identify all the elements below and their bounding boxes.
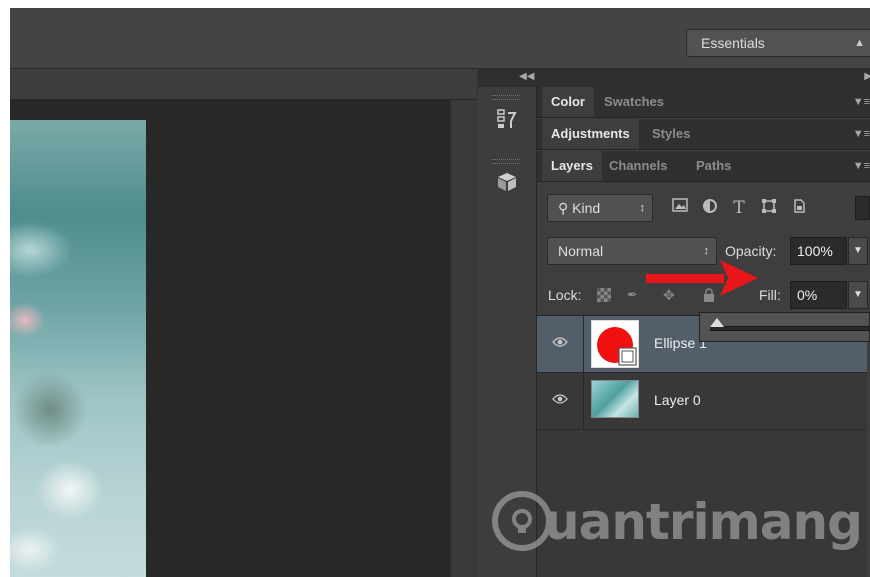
tab-channels[interactable]: Channels <box>600 151 677 181</box>
panel-menu-icon[interactable]: ▼≡ <box>853 87 870 117</box>
layer-name: Layer 0 <box>654 392 701 408</box>
strip-grip[interactable] <box>492 95 520 100</box>
expand-panels-icon[interactable]: ▶ <box>864 71 870 82</box>
tab-swatches[interactable]: Swatches <box>595 87 673 117</box>
updown-arrows-icon: ▲ <box>854 37 865 49</box>
opacity-label: Opacity: <box>725 243 777 259</box>
filter-kind-label: Kind <box>572 200 601 216</box>
opacity-field[interactable]: 100% <box>790 237 847 265</box>
watermark-circle-icon <box>492 491 552 551</box>
canvas-vertical-scrollbar[interactable] <box>450 100 478 577</box>
tab-layers[interactable]: Layers <box>542 151 602 181</box>
panel-dock-header: ◀◀ ▶ <box>478 69 870 88</box>
tab-styles[interactable]: Styles <box>643 119 699 149</box>
visibility-eye-icon[interactable] <box>551 392 569 410</box>
document-image <box>10 120 146 577</box>
image-filter-icon[interactable] <box>670 198 690 218</box>
annotation-arrow <box>646 260 758 296</box>
fill-dropdown-icon[interactable]: ▼ <box>848 281 868 309</box>
options-bar: Essentials ▲ <box>10 8 870 69</box>
workspace-switcher[interactable]: Essentials ▲ <box>686 29 870 57</box>
opacity-dropdown-icon[interactable]: ▼ <box>848 237 868 265</box>
visibility-eye-icon[interactable] <box>551 335 569 353</box>
panel-menu-icon[interactable]: ▼≡ <box>853 119 870 149</box>
photo-layer-thumbnail[interactable] <box>591 380 639 418</box>
adjustment-filter-icon[interactable] <box>700 198 720 218</box>
lock-label: Lock: <box>548 287 582 303</box>
lock-image-pixels-icon[interactable]: ✒ <box>627 288 641 302</box>
eye-column-divider <box>583 373 584 429</box>
tab-color[interactable]: Color <box>542 87 594 117</box>
layer-filter-row: ⚲ Kind ↕ T <box>537 189 870 227</box>
filter-toggle-switch[interactable] <box>855 196 870 220</box>
tab-adjustments[interactable]: Adjustments <box>542 119 639 149</box>
strip-grip[interactable] <box>492 159 520 164</box>
shape-filter-icon[interactable] <box>759 198 779 218</box>
fill-slider-popup <box>699 312 870 342</box>
color-panel-tabs: Color Swatches ▼≡ <box>537 87 870 118</box>
updown-arrows-icon: ↕ <box>639 202 646 214</box>
collapse-panels-icon[interactable]: ◀◀ <box>519 71 534 82</box>
lock-transparent-pixels-icon[interactable] <box>597 288 611 302</box>
fill-field[interactable]: 0% <box>790 281 847 309</box>
history-icon[interactable] <box>490 107 524 137</box>
blend-mode-label: Normal <box>558 243 604 259</box>
document-tab-bar <box>10 69 477 100</box>
watermark-logo: uantrimang <box>492 487 863 557</box>
tab-paths[interactable]: Paths <box>687 151 740 181</box>
adjustments-panel-tabs: Adjustments Styles ▼≡ <box>537 119 870 150</box>
fill-slider-thumb[interactable] <box>710 318 724 327</box>
filter-kind-select[interactable]: ⚲ Kind ↕ <box>547 194 653 222</box>
smart-object-filter-icon[interactable] <box>789 198 809 218</box>
panel-menu-icon[interactable]: ▼≡ <box>853 151 870 181</box>
search-icon: ⚲ <box>558 200 573 216</box>
fill-slider-track[interactable] <box>710 326 870 331</box>
workspace-label: Essentials <box>701 35 765 51</box>
layers-panel-tabs: Layers Channels Paths ▼≡ <box>537 151 870 182</box>
ellipse-layer-thumbnail[interactable] <box>591 320 639 368</box>
3d-cube-icon[interactable] <box>490 171 524 201</box>
photoshop-window: Essentials ▲ ◀◀ ▶ Color Swatches ▼≡ Adju… <box>10 8 870 577</box>
layer-row-layer-0[interactable]: Layer 0 <box>537 373 867 430</box>
eye-column-divider <box>583 316 584 372</box>
watermark-text: uantrimang <box>544 493 863 551</box>
type-filter-icon[interactable]: T <box>729 198 749 218</box>
